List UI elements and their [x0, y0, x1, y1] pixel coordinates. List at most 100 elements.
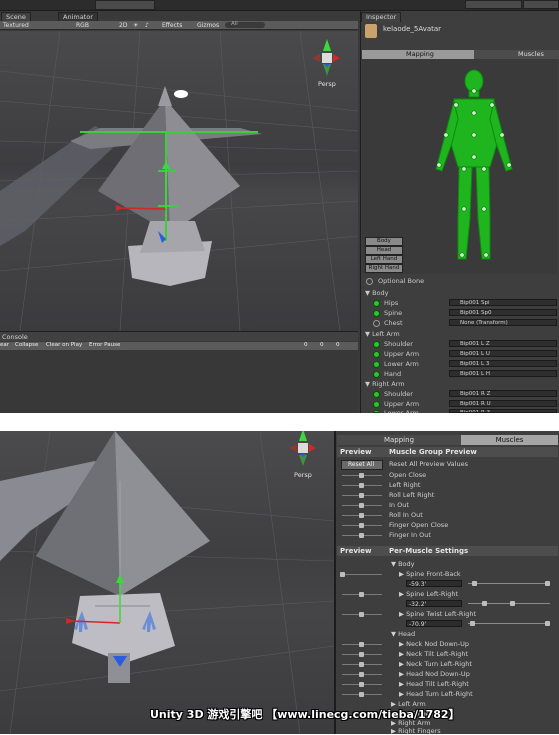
- spine-twist-preview-knob[interactable]: [359, 612, 364, 617]
- gizmos-dropdown[interactable]: Gizmos: [197, 22, 219, 29]
- group-body-muscles-foldout[interactable]: ▼ Body: [391, 561, 415, 568]
- neck-nod-label[interactable]: ▶ Neck Nod Down-Up: [399, 641, 469, 648]
- neck-tilt-knob[interactable]: [359, 652, 364, 657]
- layers-dropdown[interactable]: [465, 0, 522, 9]
- group-head-muscles-foldout[interactable]: ▼ Head: [391, 631, 415, 638]
- perspective-label-2[interactable]: Persp: [294, 472, 312, 479]
- console-error-pause-button[interactable]: Error Pause: [89, 342, 120, 349]
- tab-animator-label: Animator: [63, 13, 93, 21]
- neck-nod-knob[interactable]: [359, 642, 364, 647]
- neck-tilt-label[interactable]: ▶ Neck Tilt Left-Right: [399, 651, 468, 658]
- body-part-right-hand-button[interactable]: Right Hand: [365, 264, 403, 273]
- console-collapse-button[interactable]: Collapse: [15, 342, 38, 349]
- spine-twist-range[interactable]: [468, 623, 550, 624]
- spine-front-back-max-knob[interactable]: [545, 581, 550, 586]
- tab-muscles[interactable]: Muscles: [474, 50, 559, 59]
- spine-left-right-preview-knob[interactable]: [359, 592, 364, 597]
- spine-twist-max-knob[interactable]: [545, 621, 550, 626]
- lighting-icon[interactable]: ☀: [133, 22, 138, 29]
- console-body[interactable]: [0, 350, 358, 413]
- console-clear-on-play-button[interactable]: Clear on Play: [46, 342, 82, 349]
- l-hand-field[interactable]: Bip001 L H: [449, 370, 557, 377]
- inspector-object-name: kelaode_5Avatar: [383, 25, 442, 33]
- body-part-body-button[interactable]: Body: [365, 237, 403, 246]
- tab-muscles-2[interactable]: Muscles: [461, 435, 558, 445]
- finger-in-out-knob[interactable]: [359, 533, 364, 538]
- spine-front-back-preview-slider[interactable]: [342, 574, 382, 575]
- tab-mapping[interactable]: Mapping: [362, 50, 474, 59]
- shading-dropdown[interactable]: Textured: [3, 22, 29, 29]
- l-upper-arm-field[interactable]: Bip001 L U: [449, 350, 557, 357]
- body-part-left-hand-button[interactable]: Left Hand: [365, 255, 403, 264]
- roll-left-right-knob[interactable]: [359, 493, 364, 498]
- body-part-head-button[interactable]: Head: [365, 246, 403, 255]
- chest-field[interactable]: None (Transform): [449, 319, 557, 326]
- l-shoulder-field[interactable]: Bip001 L Z: [449, 340, 557, 347]
- spine-front-back-value[interactable]: -59.3': [406, 580, 462, 588]
- orientation-gizmo-2[interactable]: [289, 431, 316, 466]
- neck-turn-knob[interactable]: [359, 662, 364, 667]
- play-controls[interactable]: [95, 0, 155, 10]
- spine-left-right-max-knob[interactable]: [510, 601, 515, 606]
- console-warning-count[interactable]: 0: [320, 342, 324, 349]
- spine-front-back-label[interactable]: ▶ Spine Front-Back: [399, 571, 461, 578]
- spine-front-back-preview-knob[interactable]: [340, 572, 345, 577]
- head-nod-text: Head Nod Down-Up: [406, 670, 470, 678]
- head-nod-label[interactable]: ▶ Head Nod Down-Up: [399, 671, 470, 678]
- finger-open-close-label: Finger Open Close: [389, 521, 449, 529]
- spine-twist-value[interactable]: -70.9': [406, 620, 462, 628]
- finger-open-close-knob[interactable]: [359, 523, 364, 528]
- orientation-gizmo[interactable]: [312, 39, 340, 76]
- hips-field[interactable]: Bip001 Spi: [449, 299, 557, 306]
- r-shoulder-field[interactable]: Bip001 R Z: [449, 390, 557, 397]
- head-turn-label[interactable]: ▶ Head Turn Left-Right: [399, 691, 473, 698]
- layout-dropdown[interactable]: [523, 0, 559, 9]
- group-right-arm-foldout[interactable]: ▼ Right Arm: [365, 381, 405, 388]
- r-upper-arm-label: Upper Arm: [384, 400, 420, 408]
- spine-left-right-label[interactable]: ▶ Spine Left-Right: [399, 591, 458, 598]
- scene-view-muscles[interactable]: Persp: [0, 431, 334, 734]
- gizmo-x-axis[interactable]: [117, 207, 167, 210]
- gizmo-x-arrow[interactable]: [116, 205, 124, 211]
- scene-search-input[interactable]: All: [225, 21, 265, 28]
- spine-left-right-value[interactable]: -32.2': [406, 600, 462, 608]
- perspective-label[interactable]: Persp: [318, 81, 336, 88]
- r-upper-arm-field[interactable]: Bip001 R U: [449, 400, 557, 407]
- spine-left-right-min-knob[interactable]: [482, 601, 487, 606]
- left-right-knob[interactable]: [359, 483, 364, 488]
- head-tilt-label[interactable]: ▶ Head Tilt Left-Right: [399, 681, 469, 688]
- console-error-count[interactable]: 0: [336, 342, 340, 349]
- r-lower-arm-field[interactable]: Bip001 R 3: [449, 409, 557, 413]
- spine-front-back-min-knob[interactable]: [472, 581, 477, 586]
- open-close-knob[interactable]: [359, 473, 364, 478]
- l-lower-arm-field[interactable]: Bip001 L 3: [449, 360, 557, 367]
- group-body-foldout[interactable]: ▼ Body: [365, 290, 389, 297]
- head-nod-knob[interactable]: [359, 672, 364, 677]
- light-gizmo-icon[interactable]: [174, 90, 188, 98]
- neck-turn-label[interactable]: ▶ Neck Turn Left-Right: [399, 661, 472, 668]
- group-left-arm-muscles-foldout[interactable]: ▶ Left Arm: [391, 701, 426, 708]
- console-log-count[interactable]: 0: [304, 342, 308, 349]
- head-turn-knob[interactable]: [359, 692, 364, 697]
- render-mode-dropdown[interactable]: RGB: [76, 22, 89, 29]
- spine-front-back-range[interactable]: [468, 583, 550, 584]
- console-clear-button[interactable]: ear: [0, 342, 9, 349]
- tab-mapping-2[interactable]: Mapping: [337, 435, 461, 445]
- gizmo-x-arrow-2[interactable]: [66, 618, 75, 624]
- spine-twist-min-knob[interactable]: [470, 621, 475, 626]
- spine-left-right-range[interactable]: [468, 603, 550, 604]
- roll-in-out-knob[interactable]: [359, 513, 364, 518]
- reset-all-button[interactable]: Reset All: [341, 460, 383, 470]
- scene-view[interactable]: Persp: [0, 31, 358, 331]
- audio-icon[interactable]: ♪: [145, 22, 149, 29]
- spine-twist-label[interactable]: ▶ Spine Twist Left-Right: [399, 611, 476, 618]
- tab-inspector[interactable]: Inspector: [361, 12, 402, 22]
- in-out-knob[interactable]: [359, 503, 364, 508]
- 2d-toggle[interactable]: 2D: [119, 22, 127, 29]
- head-tilt-knob[interactable]: [359, 682, 364, 687]
- muscle-group-preview-header: Muscle Group Preview: [389, 448, 477, 456]
- group-left-arm-foldout[interactable]: ▼ Left Arm: [365, 331, 400, 338]
- tab-console[interactable]: Console: [2, 334, 28, 341]
- spine-field[interactable]: Bip001 Sp0: [449, 309, 557, 316]
- effects-dropdown[interactable]: Effects: [162, 22, 182, 29]
